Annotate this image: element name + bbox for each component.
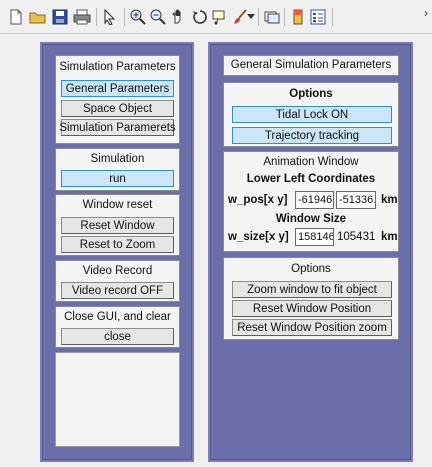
simulation-parameters-title: Simulation Parameters — [59, 61, 176, 73]
video-record-title: Video Record — [82, 265, 153, 277]
reset-window-position-button[interactable]: Reset Window Position — [232, 300, 392, 317]
wpos-unit-label: km — [381, 194, 398, 206]
pan-icon[interactable] — [169, 7, 189, 27]
link-plot-icon[interactable] — [262, 7, 282, 27]
close-box: Close GUI, and clear close — [55, 306, 180, 348]
more-tools-icon[interactable]: › — [424, 6, 428, 20]
options2-box: Options Zoom window to fit object Reset … — [223, 257, 399, 340]
trajectory-tracking-button[interactable]: Trajectory tracking — [232, 127, 392, 144]
wsize-y-value: 105431 — [337, 231, 376, 243]
reset-to-zoom-button[interactable]: Reset to Zoom — [61, 236, 174, 253]
video-record-box: Video Record Video record OFF — [55, 260, 180, 302]
animation-window-box: Animation Window Lower Left Coordinates … — [223, 151, 399, 252]
close-button[interactable]: close — [61, 328, 174, 345]
general-simulation-header-box: General Simulation Parameters — [223, 55, 399, 76]
zoom-window-fit-button[interactable]: Zoom window to fit object — [232, 281, 392, 298]
options-box: Options Tidal Lock ON Trajectory trackin… — [223, 82, 399, 147]
window-size-label: Window Size — [275, 213, 347, 225]
run-button[interactable]: run — [61, 170, 174, 187]
right-control-panel: General Simulation Parameters Options Ti… — [208, 42, 413, 462]
print-icon[interactable] — [72, 7, 92, 27]
figure-toolbar: › — [0, 0, 432, 34]
pointer-icon[interactable] — [100, 7, 120, 27]
options-title: Options — [289, 88, 333, 100]
simulation-parameters-box: Simulation Parameters General Parameters… — [55, 55, 180, 144]
wpos-x-input[interactable]: -61946 — [295, 191, 334, 209]
reset-window-button[interactable]: Reset Window — [61, 217, 174, 234]
lower-left-coordinates-label: Lower Left Coordinates — [246, 173, 376, 185]
open-file-icon[interactable] — [28, 7, 48, 27]
zoom-in-icon[interactable] — [128, 7, 148, 27]
simulation-title: Simulation — [90, 153, 145, 165]
animation-window-title: Animation Window — [263, 156, 359, 168]
left-control-panel: Simulation Parameters General Parameters… — [40, 42, 194, 462]
options2-title: Options — [291, 263, 331, 275]
close-gui-title: Close GUI, and clear — [64, 311, 171, 323]
reset-window-position-zoom-button[interactable]: Reset Window Position zoom — [232, 319, 392, 336]
window-reset-title: Window reset — [82, 199, 153, 211]
left-empty-area — [55, 352, 180, 447]
save-icon[interactable] — [50, 7, 70, 27]
general-parameters-button[interactable]: General Parameters — [61, 80, 174, 97]
zoom-out-icon[interactable] — [148, 7, 168, 27]
insert-legend-icon[interactable] — [308, 7, 328, 27]
chevron-down-icon[interactable] — [246, 7, 256, 27]
wsize-x-input[interactable]: 158146 — [295, 228, 334, 246]
insert-colorbar-icon[interactable] — [288, 7, 308, 27]
wsize-label: w_size[x y] — [228, 231, 289, 243]
tidal-lock-button[interactable]: Tidal Lock ON — [232, 106, 392, 123]
space-object-button[interactable]: Space Object — [61, 100, 174, 117]
wpos-y-input[interactable]: -51336. — [336, 191, 376, 209]
data-cursor-icon[interactable] — [210, 7, 230, 27]
general-simulation-parameters-title: General Simulation Parameters — [230, 59, 392, 71]
window-reset-box: Window reset Reset Window Reset to Zoom — [55, 194, 180, 256]
video-record-button[interactable]: Video record OFF — [61, 282, 174, 299]
new-figure-icon[interactable] — [6, 7, 26, 27]
simulation-paramerets-button[interactable]: Simulation Paramerets — [59, 119, 176, 136]
rotate-3d-icon[interactable] — [190, 7, 210, 27]
wsize-unit-label: km — [381, 231, 398, 243]
wpos-label: w_pos[x y] — [228, 194, 288, 206]
simulation-box: Simulation run — [55, 148, 180, 191]
figure-canvas: Simulation Parameters General Parameters… — [0, 34, 432, 467]
